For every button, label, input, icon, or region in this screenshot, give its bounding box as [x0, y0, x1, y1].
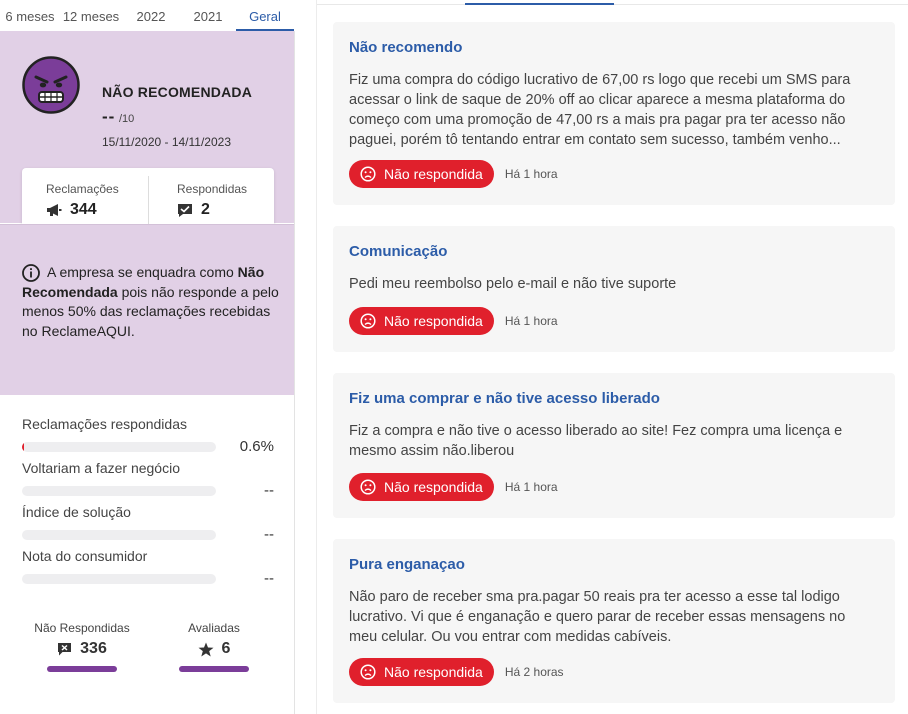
nao-respondidas-stat[interactable]: Não Respondidas 336 — [22, 621, 142, 672]
reclamacoes-value: 344 — [70, 201, 97, 218]
reputation-panel: 6 meses 12 meses 2022 2021 Geral NÃO REC… — [0, 0, 295, 714]
metric-bar — [22, 574, 216, 584]
counts-divider — [148, 176, 149, 226]
tab-12-meses[interactable]: 12 meses — [60, 0, 122, 31]
complaint-title[interactable]: Fiz uma comprar e não tive acesso libera… — [349, 390, 660, 407]
complaint-time: Há 1 hora — [504, 167, 558, 181]
sad-face-icon — [360, 313, 376, 329]
metric-value: -- — [264, 482, 274, 499]
reclamacoes-label: Reclamações — [46, 182, 119, 196]
complaint-status-row: Não respondida Há 1 hora — [349, 307, 558, 335]
avaliadas-value: 6 — [221, 640, 231, 657]
complaint-time: Há 2 horas — [504, 665, 564, 679]
metric-voltariam: Voltariam a fazer negócio -- — [22, 460, 274, 504]
reclamacoes-count: Reclamações 344 — [46, 182, 172, 219]
tab-2022[interactable]: 2022 — [122, 0, 180, 31]
complaint-status-row: Não respondida Há 1 hora — [349, 160, 558, 188]
metric-value: -- — [264, 526, 274, 543]
status-badge-label: Não respondida — [384, 479, 483, 495]
reputation-metrics: Reclamações respondidas 0.6% Voltariam a… — [22, 416, 274, 592]
avaliadas-stat[interactable]: Avaliadas 6 — [154, 621, 274, 672]
tab-2021[interactable]: 2021 — [180, 0, 236, 31]
unanswered-chat-icon — [58, 642, 72, 655]
info-text-before: A empresa se enquadra como — [47, 264, 238, 280]
score-value: -- — [102, 107, 116, 126]
respondidas-value: 2 — [201, 201, 210, 218]
bottom-stats: Não Respondidas 336 Avaliadas 6 — [22, 621, 274, 681]
sad-face-icon — [360, 479, 376, 495]
metric-nota-consumidor: Nota do consumidor -- — [22, 548, 274, 592]
metric-bar — [22, 486, 216, 496]
status-badge-label: Não respondida — [384, 313, 483, 329]
reputation-info-text: A empresa se enquadra como Não Recomenda… — [22, 263, 280, 341]
metric-fill — [22, 442, 25, 452]
complaint-body: Fiz a compra e não tive o acesso liberad… — [349, 423, 843, 459]
metric-reclamacoes-respondidas: Reclamações respondidas 0.6% — [22, 416, 274, 460]
avaliadas-label: Avaliadas — [188, 621, 240, 635]
complaint-title[interactable]: Não recomendo — [349, 39, 462, 56]
complaint-card[interactable]: Comunicação Pedi meu reembolso pelo e-ma… — [333, 226, 895, 352]
complaints-list: Não recomendo Fiz uma compra do código l… — [316, 0, 908, 714]
metric-label: Voltariam a fazer negócio — [22, 460, 180, 476]
metric-label: Índice de solução — [22, 504, 131, 520]
complaint-time: Há 1 hora — [504, 480, 558, 494]
status-badge: Não respondida — [349, 160, 494, 188]
star-icon — [198, 642, 214, 656]
reputation-score: -- /10 — [102, 107, 134, 127]
complaint-body: Fiz uma compra do código lucrativo de 67… — [349, 72, 851, 148]
status-badge: Não respondida — [349, 658, 494, 686]
status-badge-label: Não respondida — [384, 664, 483, 680]
metric-label: Nota do consumidor — [22, 548, 148, 564]
metric-value: -- — [264, 570, 274, 587]
complaint-status-row: Não respondida Há 2 horas — [349, 658, 564, 686]
sad-face-icon — [360, 166, 376, 182]
chat-bubble-icon — [178, 203, 192, 217]
complaint-time: Há 1 hora — [504, 314, 558, 328]
nao-respondidas-value: 336 — [80, 640, 107, 657]
metric-bar — [22, 530, 216, 540]
metric-value: 0.6% — [239, 438, 274, 455]
period-tabs: 6 meses 12 meses 2022 2021 Geral — [0, 0, 295, 31]
avaliadas-bar — [179, 666, 249, 672]
nao-respondidas-bar — [47, 666, 117, 672]
status-badge: Não respondida — [349, 307, 494, 335]
sad-face-icon — [360, 664, 376, 680]
nao-respondidas-label: Não Respondidas — [34, 621, 130, 635]
megaphone-icon — [47, 204, 62, 216]
respondidas-label: Respondidas — [177, 182, 248, 196]
active-list-tab-indicator — [465, 3, 614, 5]
respondidas-count: Respondidas 2 — [177, 182, 303, 219]
complaint-card[interactable]: Fiz uma comprar e não tive acesso libera… — [333, 373, 895, 518]
reputation-info-box: A empresa se enquadra como Não Recomenda… — [0, 224, 294, 395]
angry-face-icon — [22, 56, 80, 114]
reputation-title: NÃO RECOMENDADA — [102, 84, 252, 100]
complaint-title[interactable]: Comunicação — [349, 243, 447, 260]
metric-label: Reclamações respondidas — [22, 416, 187, 432]
complaint-status-row: Não respondida Há 1 hora — [349, 473, 558, 501]
complaint-body: Não paro de receber sma pra.pagar 50 rea… — [349, 589, 846, 645]
metric-bar — [22, 442, 216, 452]
tab-geral[interactable]: Geral — [236, 0, 294, 31]
complaint-card[interactable]: Pura enganaçao Não paro de receber sma p… — [333, 539, 895, 703]
status-badge-label: Não respondida — [384, 166, 483, 182]
complaint-card[interactable]: Não recomendo Fiz uma compra do código l… — [333, 22, 895, 205]
tab-6-meses[interactable]: 6 meses — [0, 0, 60, 31]
reputation-status-box: NÃO RECOMENDADA -- /10 15/11/2020 - 14/1… — [0, 31, 294, 234]
reputation-period: 15/11/2020 - 14/11/2023 — [102, 135, 231, 149]
complaint-title[interactable]: Pura enganaçao — [349, 556, 465, 573]
complaint-body: Pedi meu reembolso pelo e-mail e não tiv… — [349, 276, 677, 292]
metric-indice-solucao: Índice de solução -- — [22, 504, 274, 548]
score-max: /10 — [118, 113, 135, 125]
status-badge: Não respondida — [349, 473, 494, 501]
